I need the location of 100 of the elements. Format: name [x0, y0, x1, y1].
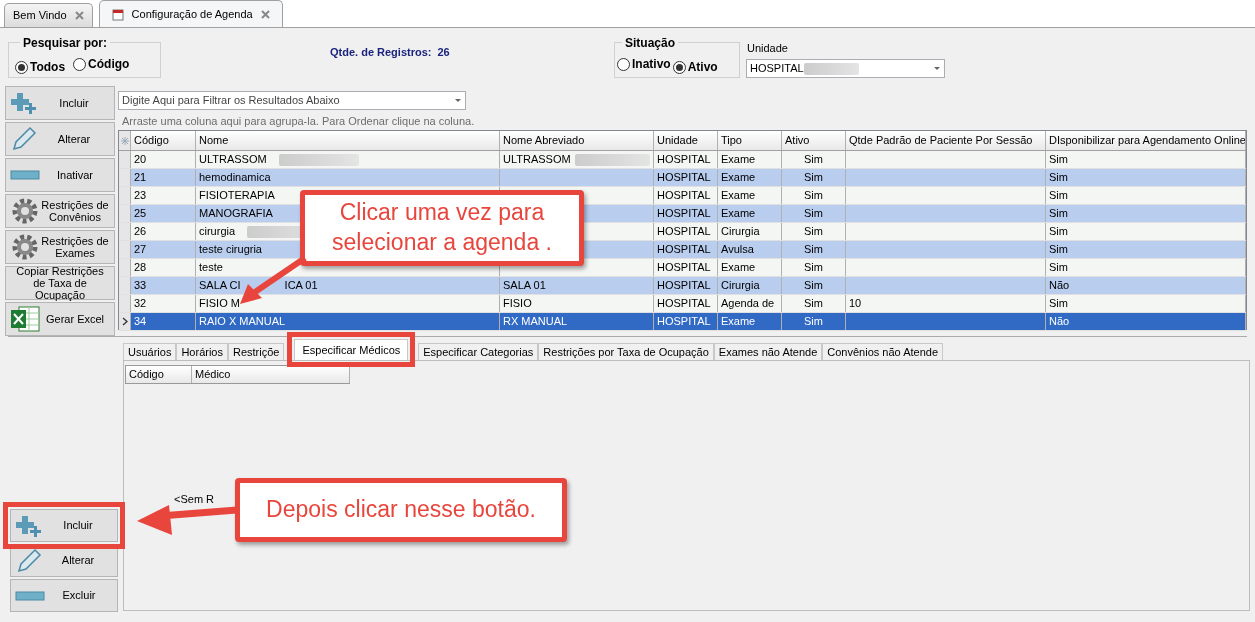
table-cell: SALA 01	[500, 277, 654, 294]
table-row[interactable]: 21 hemodinamica HOSPITAL Exame Sim Sim	[119, 169, 1246, 187]
tab-label: Configuração de Agenda	[131, 6, 253, 22]
radio-option[interactable]: Ativo	[672, 58, 718, 76]
gear-icon	[10, 232, 40, 262]
table-cell: Sim	[782, 277, 846, 294]
field-label: Unidade	[747, 41, 788, 56]
cell-text: ICA 01	[284, 278, 318, 294]
table-cell: HOSPITAL	[654, 313, 718, 330]
new-row-icon	[120, 136, 129, 145]
table-cell: Sim	[782, 187, 846, 204]
table-cell: HOSPITAL	[654, 151, 718, 168]
toolbar-button[interactable]: Incluir	[5, 86, 115, 120]
annotation-tooltip: Depois clicar nesse botão.	[235, 478, 567, 542]
add-icon	[10, 91, 38, 115]
table-cell: RX MANUAL	[500, 313, 654, 330]
column-header[interactable]: Unidade	[654, 131, 718, 150]
row-selector[interactable]	[119, 313, 131, 330]
tab[interactable]: Horários	[176, 343, 228, 360]
table-cell: Sim	[1046, 295, 1246, 312]
column-header[interactable]: Médico	[192, 366, 350, 383]
radio-button[interactable]	[617, 57, 630, 71]
window-tab[interactable]: Bem Vindo	[4, 3, 93, 27]
table-cell: RAIO X MANUAL	[196, 313, 500, 330]
tab[interactable]: Usuários	[123, 343, 177, 360]
spreadsheet-icon	[10, 305, 40, 333]
radio-option[interactable]: Todos	[15, 58, 66, 76]
table-cell: Sim	[782, 313, 846, 330]
column-header[interactable]: Qtde Padrão de Paciente Por Sessão	[846, 131, 1046, 150]
caret-icon	[454, 98, 462, 103]
column-header[interactable]: DIsponibilizar para Agendamento Online	[1046, 131, 1246, 150]
table-cell: 20	[131, 151, 196, 168]
toolbar-button[interactable]: Inativar	[5, 158, 115, 192]
pencil-icon	[15, 547, 43, 574]
table-cell: Avulsa	[718, 241, 782, 258]
table-cell: 21	[131, 169, 196, 186]
toolbar-button[interactable]: Copiar Restrições de Taxa de Ocupação	[5, 266, 115, 300]
calendar-icon	[111, 7, 124, 21]
table-cell: HOSPITAL	[654, 169, 718, 186]
table-cell: 27	[131, 241, 196, 258]
cell-text: ULTRASSOM	[199, 152, 267, 168]
table-row[interactable]: 32 FISIO M FISIO HOSPITAL Agenda de Sim 10 Sim	[119, 295, 1246, 313]
radio-button[interactable]	[15, 60, 28, 74]
table-cell: 33	[131, 277, 196, 294]
toolbar-button[interactable]: Restrições de Exames	[5, 230, 115, 264]
table-row[interactable]: 20 ULTRASSOM ULTRASSOM HOSPITAL Exame Sim Sim	[119, 151, 1246, 169]
column-header[interactable]: Nome	[196, 131, 500, 150]
close-icon[interactable]	[74, 11, 84, 20]
radio-button[interactable]	[672, 60, 686, 74]
table-cell: Sim	[1046, 241, 1246, 258]
tab[interactable]: Restrições por Taxa de Ocupação	[538, 343, 714, 360]
filter-dropdown[interactable]: Digite Aqui para Filtrar os Resultados Abaixo	[118, 91, 466, 110]
close-icon[interactable]	[260, 9, 270, 19]
table-cell: Sim	[1046, 151, 1246, 168]
table-cell: 10	[846, 295, 1046, 312]
toolbar-button[interactable]: Restrições de Convênios	[5, 194, 115, 228]
table-cell: 26	[131, 223, 196, 240]
table-row[interactable]: 34 RAIO X MANUAL RX MANUAL HOSPITAL Exame Sim Não	[119, 313, 1246, 331]
unidade-dropdown[interactable]: HOSPITAL	[746, 59, 945, 78]
table-row[interactable]: 33 SALA CI ICA 01 SALA 01 HOSPITAL Cirurgia Sim Não	[119, 277, 1246, 295]
table-cell: HOSPITAL	[654, 295, 718, 312]
column-header[interactable]: Tipo	[718, 131, 782, 150]
table-cell: hemodinamica	[196, 169, 500, 186]
tab-label: Bem Vindo	[13, 8, 67, 24]
table-cell: Não	[1046, 313, 1246, 330]
radio-label: Inativo	[632, 56, 671, 73]
tab[interactable]: Especificar Categorias	[418, 343, 539, 360]
table-cell: Sim	[1046, 205, 1246, 222]
table-cell: Exame	[718, 313, 782, 330]
column-header[interactable]: Código	[126, 366, 192, 383]
minus-icon	[15, 589, 45, 602]
table-cell: Exame	[718, 151, 782, 168]
tab[interactable]: Exames não Atende	[713, 343, 823, 360]
column-header[interactable]: Nome Abreviado	[500, 131, 654, 150]
table-cell: Sim	[782, 169, 846, 186]
radio-label: Código	[88, 56, 130, 73]
tab[interactable]: Restriçõe	[228, 343, 285, 360]
radio-option[interactable]: Código	[73, 55, 130, 73]
table-cell: Exame	[718, 169, 782, 186]
tab[interactable]: Convênios não Atende	[822, 343, 943, 360]
toolbar-button[interactable]: Gerar Excel	[5, 302, 115, 336]
table-cell: HOSPITAL	[654, 205, 718, 222]
toolbar-button[interactable]: Incluir	[10, 509, 118, 542]
table-cell: FISIO	[500, 295, 654, 312]
table-cell: Sim	[782, 295, 846, 312]
toolbar-button[interactable]: Excluir	[10, 579, 118, 612]
window-tab[interactable]: Configuração de Agenda	[98, 0, 283, 27]
cell-text: ULTRASSOM	[503, 152, 571, 168]
column-header[interactable]: Ativo	[782, 131, 846, 150]
toolbar-button[interactable]: Alterar	[5, 122, 115, 156]
table-cell: Sim	[1046, 169, 1246, 186]
table-cell: Não	[1046, 277, 1246, 294]
table-cell: HOSPITAL	[654, 277, 718, 294]
column-header[interactable]: Código	[131, 131, 196, 150]
annotation-tooltip: Clicar uma vez para selecionar a agenda .	[300, 190, 584, 266]
table-cell: Sim	[782, 241, 846, 258]
table-cell: 28	[131, 259, 196, 276]
tab[interactable]: Especificar Médicos	[294, 339, 409, 360]
radio-option[interactable]: Inativo	[617, 55, 671, 73]
radio-button[interactable]	[73, 57, 87, 71]
